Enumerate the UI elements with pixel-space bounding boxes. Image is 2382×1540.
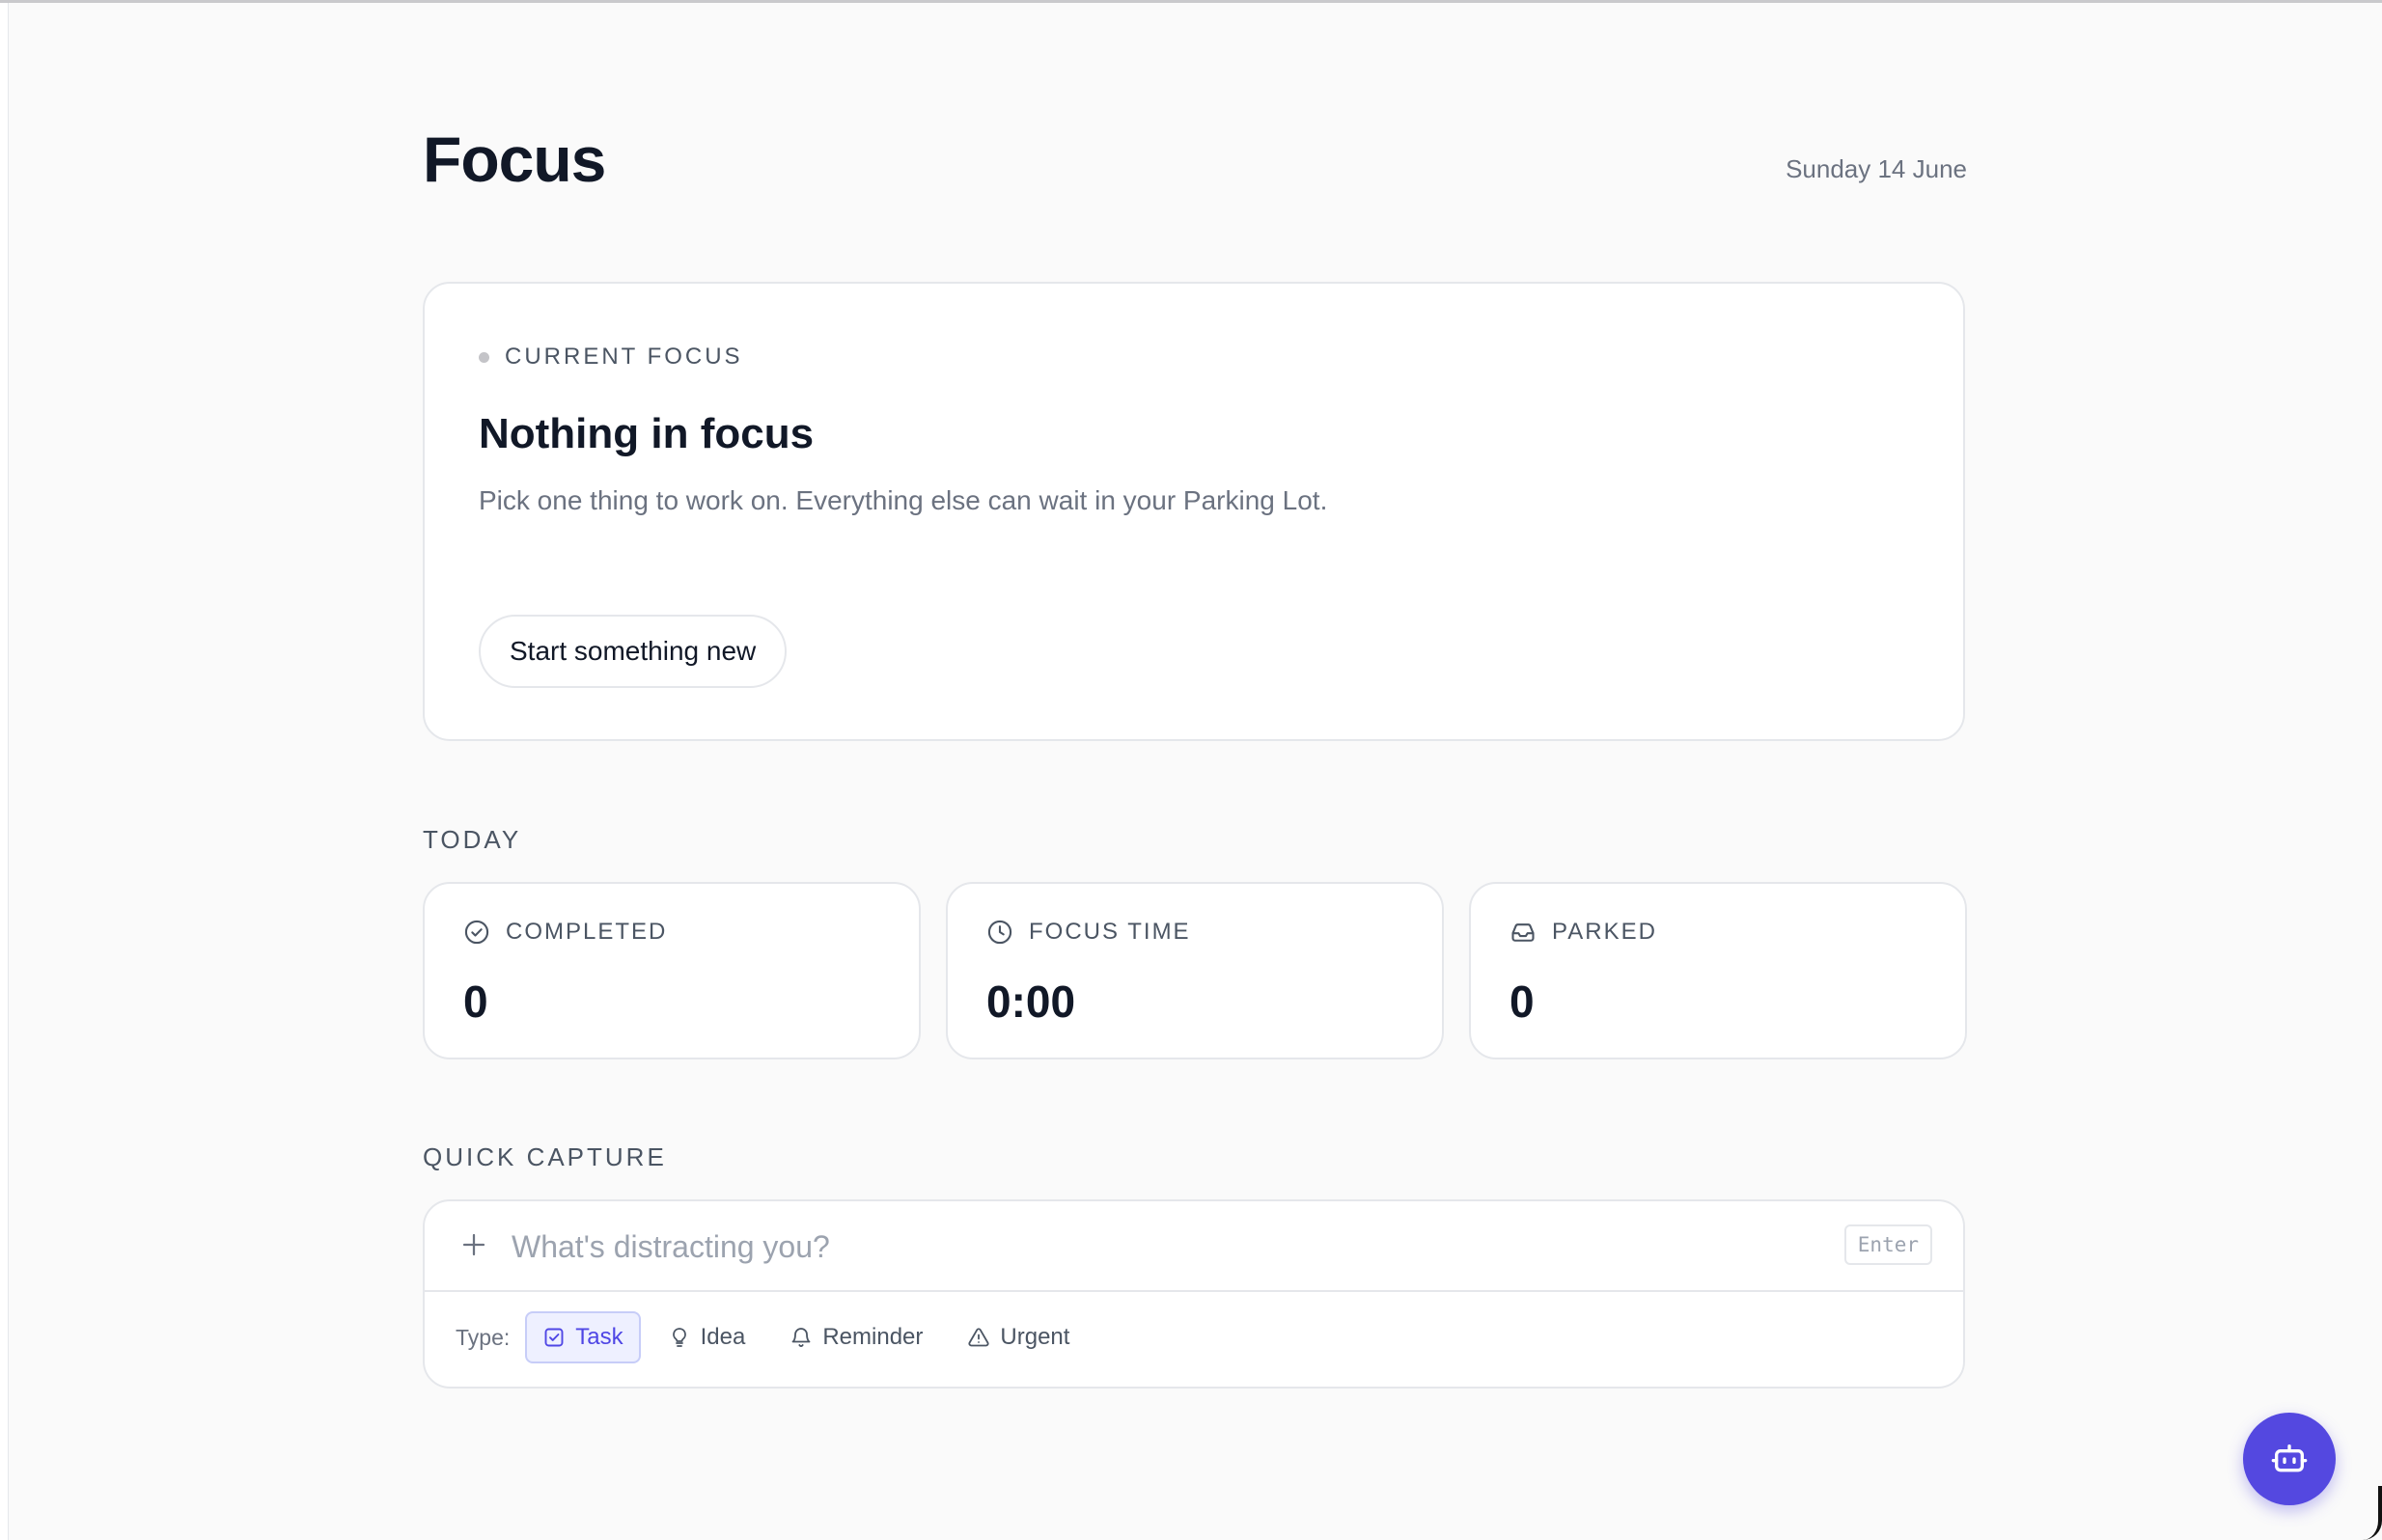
stat-value: 0 [463, 976, 488, 1027]
type-chip-urgent[interactable]: Urgent [950, 1311, 1087, 1363]
stat-head: FOCUS TIME [986, 917, 1191, 948]
enter-key-hint: Enter [1843, 1224, 1932, 1265]
quick-capture-box: Enter Type: Task Idea [423, 1199, 1965, 1389]
start-something-new-button[interactable]: Start something new [479, 615, 788, 688]
stat-head: COMPLETED [463, 917, 667, 948]
current-focus-card: CURRENT FOCUS Nothing in focus Pick one … [423, 282, 1965, 741]
bell-icon [791, 1328, 811, 1347]
current-date: Sunday 14 June [1786, 154, 1967, 183]
stat-head: PARKED [1510, 917, 1657, 948]
type-label: Type: [456, 1325, 511, 1350]
stat-card-completed: COMPLETED 0 [423, 882, 921, 1059]
check-circle-icon [464, 920, 489, 945]
check-square-icon [544, 1328, 564, 1347]
today-section-label: TODAY [423, 825, 522, 854]
type-chip-task[interactable]: Task [525, 1311, 641, 1363]
status-dot-icon [479, 351, 489, 363]
window-top-border [0, 0, 2382, 3]
stat-value: 0 [1510, 976, 1535, 1027]
window-corner [2363, 1486, 2382, 1540]
type-chip-idea[interactable]: Idea [651, 1311, 763, 1363]
stat-label: PARKED [1552, 919, 1657, 945]
stat-card-focus-time: FOCUS TIME 0:00 [946, 882, 1444, 1059]
type-chip-reminder[interactable]: Reminder [772, 1311, 940, 1363]
inbox-icon [1511, 923, 1535, 942]
page-title: Focus [423, 124, 606, 195]
type-chip-label: Reminder [822, 1324, 924, 1350]
current-focus-label-row: CURRENT FOCUS [479, 342, 743, 372]
stat-label: COMPLETED [506, 919, 668, 945]
bot-icon [2271, 1444, 2308, 1472]
quick-capture-section-label: QUICK CAPTURE [423, 1142, 667, 1171]
type-chip-label: Urgent [1000, 1324, 1070, 1350]
capture-type-selector: Type: Task Idea Reminder Urgent [456, 1311, 1096, 1363]
lightbulb-icon [672, 1328, 686, 1347]
window-left-edge [0, 3, 9, 1540]
clock-icon [987, 920, 1012, 945]
page-header: Focus Sunday 14 June [423, 116, 1967, 203]
current-focus-title: Nothing in focus [479, 410, 815, 457]
type-chip-label: Idea [700, 1324, 746, 1350]
current-focus-label: CURRENT FOCUS [505, 344, 743, 370]
current-focus-description: Pick one thing to work on. Everything el… [479, 485, 1328, 515]
quick-capture-input-row: Enter [425, 1201, 1963, 1292]
plus-icon [462, 1233, 485, 1256]
type-chip-label: Task [575, 1324, 623, 1350]
stat-label: FOCUS TIME [1029, 919, 1191, 945]
stat-card-parked: PARKED 0 [1469, 882, 1967, 1059]
quick-capture-input[interactable] [510, 1217, 1768, 1277]
assistant-button[interactable] [2243, 1413, 2336, 1505]
stat-value: 0:00 [986, 976, 1076, 1027]
warning-icon [968, 1328, 989, 1347]
